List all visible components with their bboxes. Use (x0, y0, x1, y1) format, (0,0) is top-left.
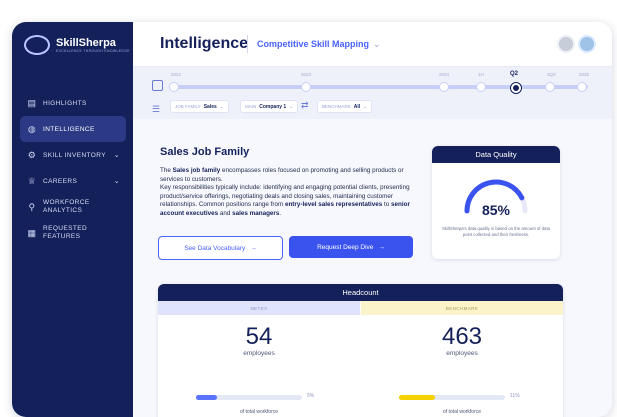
workforce-share-fill (196, 395, 218, 400)
swap-icon[interactable]: ⇄ (301, 100, 309, 111)
job-family-description: The Sales job family encompasses roles f… (160, 167, 410, 217)
people-icon: ⚲ (28, 201, 36, 212)
workforce-share-percent: 11% (510, 393, 520, 399)
timeline-track[interactable] (173, 85, 588, 89)
calendar-icon (152, 80, 163, 91)
gear-icon: ⚙ (27, 149, 37, 160)
sidebar-item-skill-inventory[interactable]: ⚙ SKILL INVENTORY ⌄ (20, 142, 126, 168)
timeline-point[interactable] (301, 82, 311, 92)
timeline-label: 2025 (579, 72, 590, 77)
chevron-down-icon: ⌄ (113, 178, 120, 185)
timeline-label: 1H (478, 72, 484, 77)
data-quality-title: Data Quality (432, 146, 560, 163)
timeline-label: 2024 (439, 72, 450, 77)
workforce-share-bar (196, 395, 302, 400)
globe-icon: ◍ (27, 123, 37, 134)
chevron-down-icon: ⌄ (373, 39, 381, 49)
data-quality-card: Data Quality 85% SkillSherpa's data qual… (432, 146, 560, 259)
main-label: MAIN (245, 104, 257, 109)
brand-name: SkillSherpa (56, 37, 116, 49)
sidebar-item-careers[interactable]: ♕ CAREERS ⌄ (20, 168, 126, 194)
filter-icon: ☰ (152, 104, 161, 114)
timeline-label: 2022 (171, 72, 182, 77)
button-label: See Data Vocabulary (184, 244, 246, 252)
timeline-point[interactable] (577, 82, 587, 92)
data-quality-value: 85% (481, 202, 511, 218)
sidebar-item-label: INTELLIGENCE (43, 125, 95, 133)
sidebar-item-intelligence[interactable]: ◍ INTELLIGENCE (20, 116, 126, 142)
filter-bar: 2022 2023 2024 1H Q2 3Q3 2025 ☰ JOB FAMI… (133, 67, 612, 119)
arrow-right-icon: → (378, 243, 385, 251)
main-select[interactable]: MAIN Company 1 ⌄ (240, 100, 298, 113)
job-family-select[interactable]: JOB FAMILY Sales ⌄ (170, 100, 229, 113)
sidebar-item-requested-features[interactable]: ▦ REQUESTED FEATURES (20, 220, 126, 246)
column-header: NETEX (158, 301, 360, 315)
title-divider (247, 35, 248, 53)
trophy-icon: ♕ (27, 175, 37, 186)
sidebar: SkillSherpa EXCELLENCE THROUGH KNOWLEDGE… (12, 22, 133, 417)
chevron-down-icon: ⌄ (289, 103, 293, 109)
grid-icon: ▦ (27, 227, 37, 238)
timeline-point[interactable] (169, 82, 179, 92)
headcount-unit: employees (446, 350, 478, 357)
sidebar-item-label: SKILL INVENTORY (43, 151, 106, 159)
logo-icon (24, 35, 50, 55)
headcount-value: 54 (245, 323, 273, 350)
workforce-share-bar (399, 395, 505, 400)
sidebar-item-label: WORKFORCE ANALYTICS (43, 199, 90, 214)
avatar[interactable] (557, 35, 575, 53)
timeline-label: 3Q3 (547, 72, 556, 77)
job-family-label: JOB FAMILY (175, 104, 201, 109)
headcount-netex-column: NETEX 54 employees 5% of total workforce (158, 301, 360, 417)
timeline-point[interactable] (439, 82, 449, 92)
page-title: Intelligence (160, 35, 249, 52)
benchmark-value: All (353, 103, 361, 110)
timeline-point[interactable] (476, 82, 486, 92)
avatar[interactable] (578, 35, 596, 53)
chevron-down-icon: ⌄ (219, 103, 224, 109)
sidebar-item-label: CAREERS (43, 177, 78, 185)
arrow-right-icon: → (250, 244, 257, 252)
section-dropdown-label: Competitive Skill Mapping (257, 39, 370, 49)
headcount-benchmark-column: BENCHMARK 463 employees 11% of total wor… (361, 301, 563, 417)
data-quality-note: SkillSherpa's data quality is based on t… (441, 226, 551, 237)
timeline-label-current: Q2 (510, 71, 519, 77)
brand-tagline: EXCELLENCE THROUGH KNOWLEDGE (56, 49, 130, 53)
workforce-share-percent: 5% (307, 393, 315, 399)
logo[interactable]: SkillSherpa EXCELLENCE THROUGH KNOWLEDGE (24, 35, 130, 55)
sidebar-item-label: REQUESTED FEATURES (43, 225, 88, 240)
timeline-point[interactable] (545, 82, 555, 92)
workforce-share-note: of total workforce (442, 409, 482, 415)
top-bar: Intelligence Competitive Skill Mapping ⌄ (133, 22, 612, 67)
headcount-unit: employees (243, 350, 275, 357)
main-value: Company 1 (259, 103, 287, 110)
timeline-point-current[interactable] (511, 83, 521, 93)
benchmark-label: BENCHMARK (322, 104, 351, 109)
request-deep-dive-button[interactable]: Request Deep Dive → (289, 236, 413, 258)
button-label: Request Deep Dive (317, 243, 374, 251)
section-dropdown[interactable]: Competitive Skill Mapping ⌄ (257, 39, 381, 50)
benchmark-select[interactable]: BENCHMARK All ⌄ (317, 100, 372, 113)
sidebar-item-label: HIGHLIGHTS (43, 99, 87, 107)
sidebar-item-workforce-analytics[interactable]: ⚲ WORKFORCE ANALYTICS (20, 194, 126, 220)
workforce-share-note: of total workforce (239, 409, 279, 415)
see-data-vocabulary-button[interactable]: See Data Vocabulary → (158, 236, 283, 260)
job-family-value: Sales (203, 103, 217, 110)
headcount-value: 463 (441, 323, 483, 350)
job-family-title: Sales Job Family (160, 146, 250, 158)
workforce-share-fill (399, 395, 436, 400)
sidebar-item-highlights[interactable]: ▤ HIGHLIGHTS (20, 90, 126, 116)
chevron-down-icon: ⌄ (113, 152, 120, 159)
chevron-down-icon: ⌄ (363, 103, 367, 109)
column-header: BENCHMARK (361, 301, 563, 315)
timeline-label: 2023 (301, 72, 312, 77)
highlights-icon: ▤ (27, 97, 37, 108)
headcount-card: Headcount NETEX 54 employees 5% of total… (158, 284, 563, 417)
app-window: SkillSherpa EXCELLENCE THROUGH KNOWLEDGE… (12, 22, 612, 417)
headcount-title: Headcount (158, 284, 563, 301)
user-avatars (557, 35, 596, 53)
sidebar-nav: ▤ HIGHLIGHTS ◍ INTELLIGENCE ⚙ SKILL INVE… (20, 90, 126, 246)
